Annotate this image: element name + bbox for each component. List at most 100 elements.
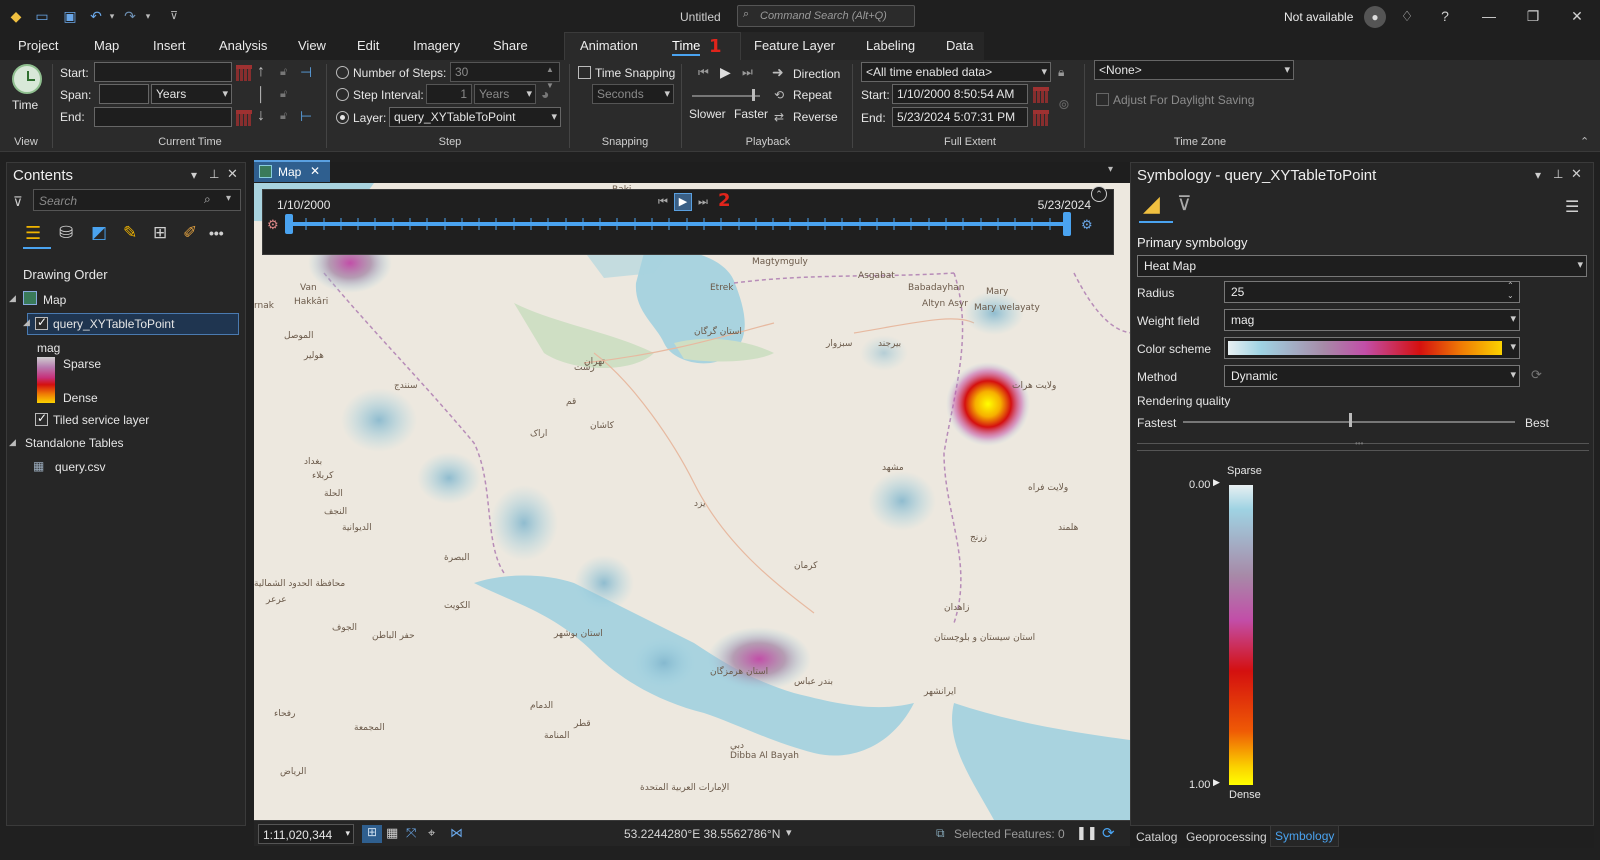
daylight-saving-checkbox[interactable] xyxy=(1096,93,1109,106)
list-by-drawing-order-icon[interactable]: ☰ xyxy=(25,223,41,244)
time-slider-start-handle[interactable] xyxy=(285,214,293,234)
coordinates-format-icon[interactable]: ▾ xyxy=(786,826,792,839)
save-project-icon[interactable]: ▣ xyxy=(62,8,78,24)
extent-end-input[interactable]: 5/23/2024 5:07:31 PM xyxy=(892,107,1028,127)
snapping-icon[interactable]: ⤧ xyxy=(406,825,416,841)
undo-dropdown-icon[interactable]: ▾ xyxy=(104,8,120,24)
time-clock-icon[interactable] xyxy=(12,64,42,94)
view-tabs-menu-icon[interactable]: ▾ xyxy=(1108,164,1113,175)
expand-tables-icon[interactable]: ◢ xyxy=(9,437,16,448)
layer-visibility-checkbox[interactable] xyxy=(35,315,48,330)
end-calendar-icon[interactable] xyxy=(236,110,252,126)
tree-tiled-layer[interactable]: Tiled service layer xyxy=(53,413,149,427)
tiled-layer-checkbox[interactable] xyxy=(35,411,48,426)
fixed-scale-icon[interactable]: ⊞ xyxy=(362,825,382,843)
include-end-icon[interactable]: ⊢ xyxy=(300,108,312,124)
pin-pane-icon[interactable]: ⊥ xyxy=(209,167,219,181)
extent-end-calendar-icon[interactable] xyxy=(1033,110,1049,126)
tree-table[interactable]: query.csv xyxy=(55,460,105,474)
contents-search-input[interactable]: Search ⌕ ▾ xyxy=(33,189,241,211)
reverse-icon[interactable]: ⇄ xyxy=(774,109,784,125)
list-by-visibility-icon[interactable]: ◩ xyxy=(91,223,107,243)
step-interval-unit-dropdown[interactable]: Years xyxy=(474,84,536,104)
open-project-icon[interactable]: ▭ xyxy=(34,8,50,24)
close-symbology-icon[interactable]: ✕ xyxy=(1571,166,1582,182)
expand-layer-icon[interactable]: ◢ xyxy=(23,317,30,328)
list-by-labeling-icon[interactable]: ✐ xyxy=(183,223,197,243)
number-of-steps-radio[interactable] xyxy=(336,66,349,79)
user-avatar-icon[interactable]: ● xyxy=(1364,6,1386,28)
tab-view[interactable]: View xyxy=(298,38,326,53)
tab-analysis[interactable]: Analysis xyxy=(219,38,267,53)
undo-icon[interactable]: ↶ xyxy=(88,8,104,24)
close-map-tab-icon[interactable]: ✕ xyxy=(310,164,320,178)
time-slider[interactable]: 1/10/2000 5/23/2024 ⏮ ▶ ⏭ 2 ⌃ ⚙ ⚙ xyxy=(262,186,1114,255)
close-pane-icon[interactable]: ✕ xyxy=(227,166,238,182)
tab-geoprocessing[interactable]: Geoprocessing xyxy=(1186,830,1267,844)
slider-extent-icon[interactable]: ⚙ xyxy=(1081,217,1093,233)
correction-icon[interactable]: ⋈ xyxy=(450,825,463,841)
direction-icon[interactable]: ➜ xyxy=(772,64,784,80)
filter-icon[interactable]: ⊽ xyxy=(13,194,23,210)
time-slider-end-handle[interactable] xyxy=(1063,212,1071,236)
time-snapping-checkbox[interactable] xyxy=(578,66,591,79)
primary-symbology-tab-icon[interactable]: ◢ xyxy=(1143,191,1160,217)
repeat-button[interactable]: Repeat xyxy=(793,88,832,102)
list-by-selection-icon[interactable]: ⊞ xyxy=(153,223,167,243)
span-value-input[interactable] xyxy=(99,84,149,104)
scale-dropdown[interactable]: 1:11,020,344 ▾ xyxy=(258,824,354,844)
step-interval-input[interactable]: 1 xyxy=(426,84,472,104)
selected-features-count[interactable]: Selected Features: 0 xyxy=(954,827,1065,841)
time-zone-dropdown[interactable]: <None> xyxy=(1094,60,1294,80)
include-start-icon[interactable]: ⊣ xyxy=(300,64,312,80)
radius-spinner-icon[interactable]: ⌃ ⌄ xyxy=(1507,281,1514,301)
constraints-icon[interactable]: ⌖ xyxy=(428,825,435,841)
collapse-ribbon-icon[interactable]: ⌃ xyxy=(1580,134,1589,150)
pin-symbology-icon[interactable]: ⊥ xyxy=(1553,167,1563,181)
lock-span-line-icon[interactable]: │ xyxy=(257,86,266,102)
customize-toolbar-icon[interactable]: ⊽ xyxy=(166,8,182,24)
step-interval-radio[interactable] xyxy=(336,88,349,101)
lock-span-icon[interactable]: 🔓︎ xyxy=(280,86,287,102)
help-icon[interactable]: ? xyxy=(1436,8,1454,24)
tab-data[interactable]: Data xyxy=(946,38,973,53)
tab-labeling[interactable]: Labeling xyxy=(866,38,915,53)
lock-start-icon[interactable]: 🔓︎ xyxy=(280,64,287,80)
tab-edit[interactable]: Edit xyxy=(357,38,379,53)
slider-play-icon[interactable]: ▶ xyxy=(674,193,692,211)
more-options-icon[interactable]: ••• xyxy=(209,225,224,241)
symbology-menu-icon[interactable]: ☰ xyxy=(1565,197,1579,217)
current-start-input[interactable] xyxy=(94,62,232,82)
search-dropdown-icon[interactable]: ▾ xyxy=(226,193,231,204)
notification-bell-icon[interactable]: ♢ xyxy=(1398,8,1416,25)
next-step-icon[interactable]: ⏭ xyxy=(742,64,753,80)
step-layer-dropdown[interactable]: query_XYTableToPoint xyxy=(389,107,561,127)
lock-end-icon[interactable]: 🔓︎ xyxy=(280,108,287,124)
previous-step-icon[interactable]: ⏮ xyxy=(698,64,709,80)
command-search-input[interactable]: ⌕ Command Search (Alt+Q) xyxy=(737,5,915,27)
radius-input[interactable]: 25 xyxy=(1224,281,1520,303)
contents-options-icon[interactable]: ▾ xyxy=(191,168,197,182)
weight-field-dropdown[interactable]: mag xyxy=(1224,309,1520,331)
tab-insert[interactable]: Insert xyxy=(153,38,186,53)
tab-feature-layer[interactable]: Feature Layer xyxy=(754,38,835,53)
method-dropdown[interactable]: Dynamic xyxy=(1224,365,1520,387)
number-of-steps-input[interactable]: 30 xyxy=(450,62,560,82)
tab-time[interactable]: Time xyxy=(672,38,701,56)
tab-map[interactable]: Map xyxy=(94,38,119,53)
redo-dropdown-icon[interactable]: ▾ xyxy=(140,8,156,24)
extent-start-input[interactable]: 1/10/2000 8:50:54 AM xyxy=(892,84,1028,104)
tab-project[interactable]: Project xyxy=(18,38,58,53)
current-end-input[interactable] xyxy=(94,107,232,127)
close-window-icon[interactable]: ✕ xyxy=(1568,8,1586,25)
grid-icon[interactable]: ▦ xyxy=(386,825,398,841)
slider-next-icon[interactable]: ⏭ xyxy=(698,196,708,209)
list-by-data-source-icon[interactable]: ⛁ xyxy=(59,223,73,243)
list-by-editing-icon[interactable]: ✎ xyxy=(123,223,137,243)
extent-start-calendar-icon[interactable] xyxy=(1033,87,1049,103)
slider-settings-icon[interactable]: ⚙ xyxy=(267,217,279,233)
tab-share[interactable]: Share xyxy=(493,38,528,53)
reset-method-icon[interactable]: ⟳ xyxy=(1531,367,1542,383)
minimize-window-icon[interactable]: — xyxy=(1480,8,1498,24)
reset-extent-icon[interactable]: ⊚ xyxy=(1058,96,1070,112)
